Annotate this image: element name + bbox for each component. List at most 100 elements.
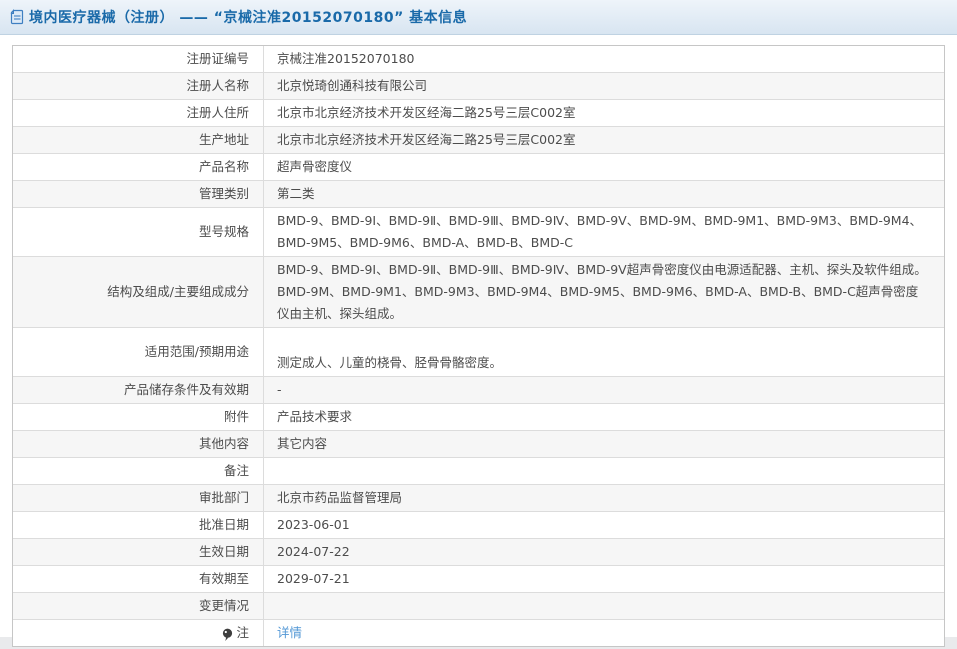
row-value-text: 测定成人、儿童的桡骨、胫骨骨骼密度。: [277, 355, 503, 370]
table-row: 批准日期 2023-06-01: [13, 512, 944, 539]
row-value: [264, 458, 944, 484]
row-value-text: -: [277, 382, 282, 397]
row-label: 其他内容: [13, 431, 264, 457]
registration-number: “京械注准20152070180”: [213, 10, 404, 26]
table-row: 注 详情: [13, 620, 944, 646]
table-row: 其他内容 其它内容: [13, 431, 944, 458]
row-label-text: 生产地址: [198, 132, 249, 147]
row-value: 第二类: [264, 181, 944, 207]
table-row: 备注: [13, 458, 944, 485]
row-value: 北京市药品监督管理局: [264, 485, 944, 511]
row-label: 型号规格: [13, 208, 264, 256]
row-value: BMD-9、BMD-9Ⅰ、BMD-9Ⅱ、BMD-9Ⅲ、BMD-9Ⅳ、BMD-9Ⅴ…: [264, 208, 944, 256]
row-value: 2029-07-21: [264, 566, 944, 592]
row-label: 生产地址: [13, 127, 264, 153]
row-value: 北京市北京经济技术开发区经海二路25号三层C002室: [264, 100, 944, 126]
row-value-text: 北京市北京经济技术开发区经海二路25号三层C002室: [277, 132, 576, 147]
row-label: 有效期至: [13, 566, 264, 592]
content-area: 注册证编号 京械注准20152070180 注册人名称 北京悦琦创通科技有限公司 注册人…: [0, 35, 957, 647]
row-value-text: 北京市北京经济技术开发区经海二路25号三层C002室: [277, 105, 576, 120]
table-row: 变更情况: [13, 593, 944, 620]
row-label: 管理类别: [13, 181, 264, 207]
row-label: 产品名称: [13, 154, 264, 180]
row-label-text: 附件: [223, 409, 249, 424]
row-label: 产品储存条件及有效期: [13, 377, 264, 403]
document-icon: [10, 9, 24, 25]
page-title-suffix: 基本信息: [403, 10, 468, 26]
row-label-text: 其他内容: [198, 436, 249, 451]
table-row: 结构及组成/主要组成成分 BMD-9、BMD-9Ⅰ、BMD-9Ⅱ、BMD-9Ⅲ、B…: [13, 257, 944, 328]
table-row: 生效日期 2024-07-22: [13, 539, 944, 566]
row-label: 附件: [13, 404, 264, 430]
page-title: 境内医疗器械（注册） —— “京械注准20152070180” 基本信息: [29, 7, 467, 27]
row-value-text: 京械注准20152070180: [277, 51, 415, 66]
table-row: 产品名称 超声骨密度仪: [13, 154, 944, 181]
row-value-text: 其它内容: [277, 436, 328, 451]
row-value: 北京市北京经济技术开发区经海二路25号三层C002室: [264, 127, 944, 153]
details-link[interactable]: 详情: [277, 622, 302, 644]
table-row: 注册人住所 北京市北京经济技术开发区经海二路25号三层C002室: [13, 100, 944, 127]
row-value: 京械注准20152070180: [264, 46, 944, 72]
row-value: [264, 593, 944, 619]
row-value: 产品技术要求: [264, 404, 944, 430]
table-row: 审批部门 北京市药品监督管理局: [13, 485, 944, 512]
page-header: 境内医疗器械（注册） —— “京械注准20152070180” 基本信息: [0, 0, 957, 35]
table-row: 注册人名称 北京悦琦创通科技有限公司: [13, 73, 944, 100]
row-label-text: 型号规格: [198, 224, 249, 239]
row-label-text: 注册人住所: [186, 105, 249, 120]
row-label: 批准日期: [13, 512, 264, 538]
row-label-text: 适用范围/预期用途: [144, 344, 249, 359]
row-value-text: 2029-07-21: [277, 571, 350, 586]
note-icon: [222, 628, 233, 642]
row-label-text: 产品储存条件及有效期: [123, 382, 249, 397]
row-label-text: 备注: [223, 463, 249, 478]
row-label-text: 有效期至: [198, 571, 249, 586]
row-value: BMD-9、BMD-9Ⅰ、BMD-9Ⅱ、BMD-9Ⅲ、BMD-9Ⅳ、BMD-9Ⅴ…: [264, 257, 944, 327]
table-row: 适用范围/预期用途 测定成人、儿童的桡骨、胫骨骨骼密度。: [13, 328, 944, 377]
row-label: 注册证编号: [13, 46, 264, 72]
row-label: 注册人住所: [13, 100, 264, 126]
registration-info-table: 注册证编号 京械注准20152070180 注册人名称 北京悦琦创通科技有限公司 注册人…: [12, 45, 945, 647]
row-value-text: 2023-06-01: [277, 517, 350, 532]
row-label-text: 生效日期: [198, 544, 249, 559]
row-label-text: 注册证编号: [186, 51, 249, 66]
row-label: 生效日期: [13, 539, 264, 565]
table-row: 有效期至 2029-07-21: [13, 566, 944, 593]
table-row: 注册证编号 京械注准20152070180: [13, 46, 944, 73]
row-value-text: 2024-07-22: [277, 544, 350, 559]
row-label-text: 变更情况: [198, 598, 249, 613]
row-label: 备注: [13, 458, 264, 484]
row-value-text: 超声骨密度仪: [277, 159, 353, 174]
table-row: 型号规格 BMD-9、BMD-9Ⅰ、BMD-9Ⅱ、BMD-9Ⅲ、BMD-9Ⅳ、BM…: [13, 208, 944, 257]
table-row: 管理类别 第二类: [13, 181, 944, 208]
row-label: 结构及组成/主要组成成分: [13, 257, 264, 327]
row-label: 注: [13, 620, 264, 646]
row-value: 详情: [264, 620, 944, 646]
page-title-prefix: 境内医疗器械（注册） ——: [29, 10, 214, 26]
row-label-text: 审批部门: [198, 490, 249, 505]
row-value: -: [264, 377, 944, 403]
row-label-text: 注册人名称: [186, 78, 249, 93]
row-value-text: 产品技术要求: [277, 409, 353, 424]
row-value: 超声骨密度仪: [264, 154, 944, 180]
row-value-text: 第二类: [277, 186, 315, 201]
row-value: 其它内容: [264, 431, 944, 457]
row-value-text: 北京悦琦创通科技有限公司: [277, 78, 428, 93]
row-label: 适用范围/预期用途: [13, 328, 264, 376]
row-value: 2023-06-01: [264, 512, 944, 538]
table-row: 生产地址 北京市北京经济技术开发区经海二路25号三层C002室: [13, 127, 944, 154]
row-value: 北京悦琦创通科技有限公司: [264, 73, 944, 99]
row-label-text: 结构及组成/主要组成成分: [107, 284, 249, 299]
row-value-text: 北京市药品监督管理局: [277, 490, 403, 505]
row-value: 测定成人、儿童的桡骨、胫骨骨骼密度。: [264, 328, 944, 376]
row-label: 注册人名称: [13, 73, 264, 99]
row-label: 变更情况: [13, 593, 264, 619]
row-label-text: 批准日期: [198, 517, 249, 532]
row-value: 2024-07-22: [264, 539, 944, 565]
row-label-text: 注: [236, 625, 249, 640]
row-label: 审批部门: [13, 485, 264, 511]
row-value-text: BMD-9、BMD-9Ⅰ、BMD-9Ⅱ、BMD-9Ⅲ、BMD-9Ⅳ、BMD-9Ⅴ…: [277, 262, 927, 321]
row-label-text: 管理类别: [198, 186, 249, 201]
row-value-text: BMD-9、BMD-9Ⅰ、BMD-9Ⅱ、BMD-9Ⅲ、BMD-9Ⅳ、BMD-9Ⅴ…: [277, 213, 923, 250]
table-row: 产品储存条件及有效期 -: [13, 377, 944, 404]
